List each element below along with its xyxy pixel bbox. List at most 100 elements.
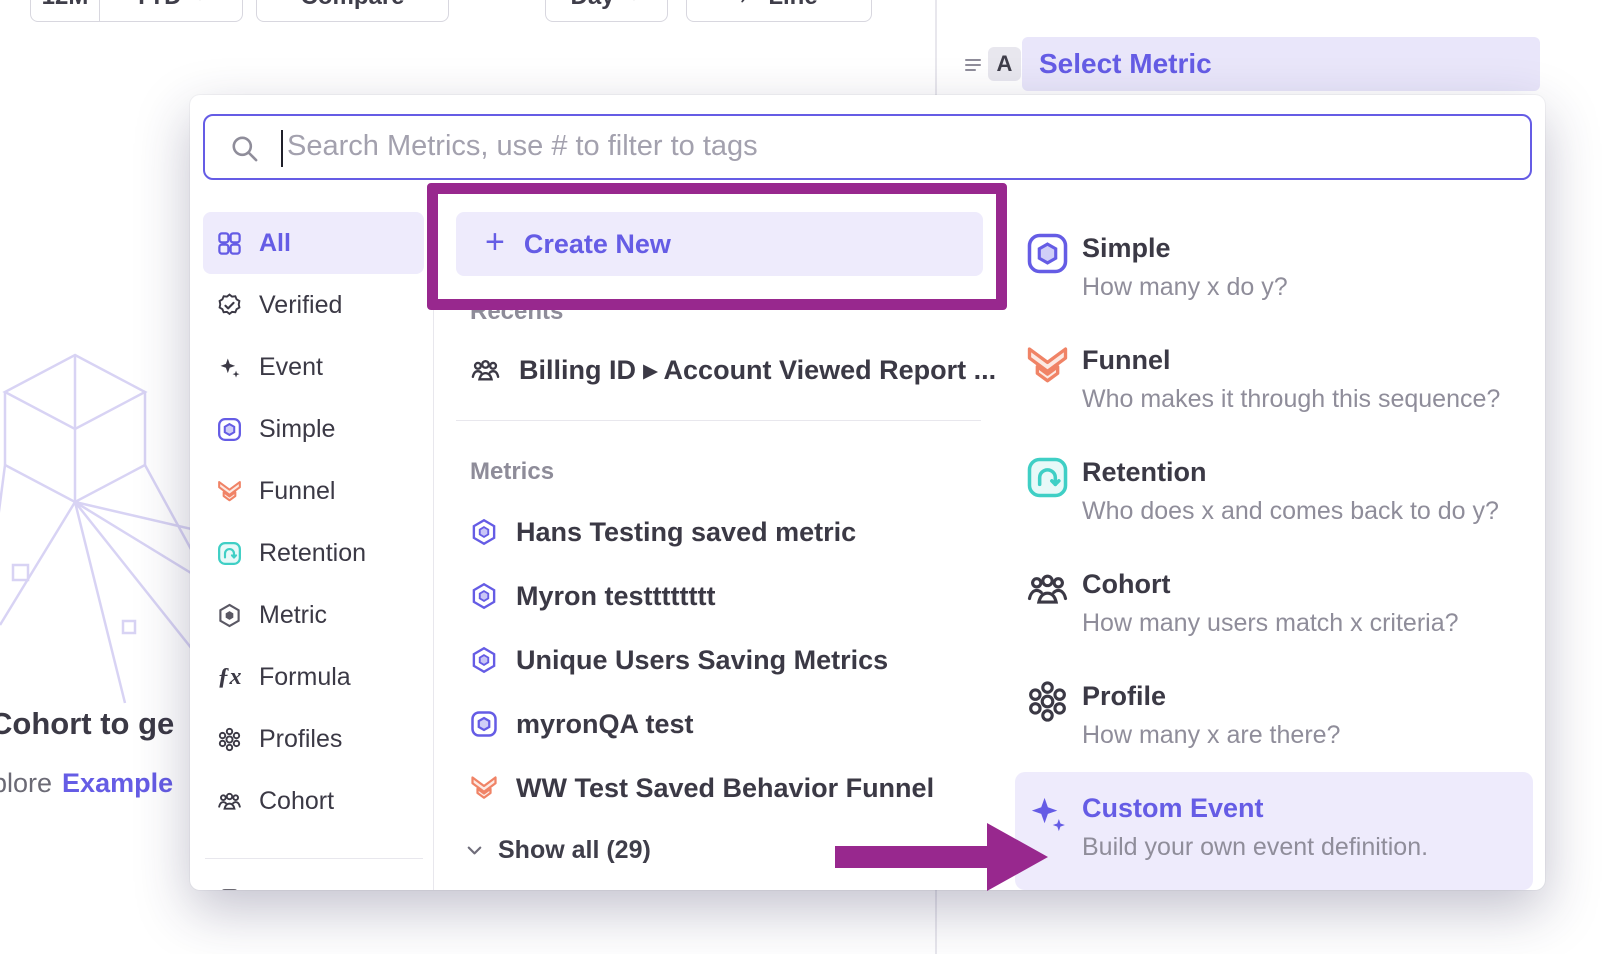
sidebar-item-metric[interactable]: Metric bbox=[203, 584, 424, 646]
sidebar-item-label: Funnel bbox=[259, 477, 335, 506]
create-new-label: Create New bbox=[524, 229, 671, 260]
sidebar-item-cohort[interactable]: Cohort bbox=[203, 770, 424, 832]
recent-item-label: Billing ID ▸ Account Viewed Report ... bbox=[519, 355, 996, 386]
funnel-icon bbox=[1024, 342, 1071, 389]
chevron-down-icon bbox=[191, 0, 209, 6]
compare-button[interactable]: Compare bbox=[256, 0, 449, 22]
type-desc: How many x are there? bbox=[1082, 721, 1340, 750]
select-metric-button[interactable]: Select Metric bbox=[1022, 37, 1540, 91]
sidebar-item-label: Simple bbox=[259, 415, 335, 444]
type-title: Cohort bbox=[1082, 569, 1170, 600]
sidebar-item-label: Verified bbox=[259, 291, 342, 320]
search-icon bbox=[229, 133, 260, 164]
metric-hexagon-icon bbox=[469, 517, 499, 547]
type-desc: Build your own event definition. bbox=[1082, 833, 1428, 862]
simple-icon bbox=[469, 709, 499, 739]
cohort-people-icon bbox=[216, 788, 243, 815]
text-caret bbox=[281, 130, 283, 167]
metric-item-label: Hans Testing saved metric bbox=[516, 517, 856, 548]
simple-icon bbox=[1024, 230, 1071, 277]
range-12m-button[interactable]: 12M bbox=[31, 0, 99, 21]
grid-icon bbox=[216, 230, 243, 257]
type-desc: Who makes it through this sequence? bbox=[1082, 385, 1500, 414]
metric-hexagon-icon bbox=[469, 581, 499, 611]
search-box bbox=[203, 114, 1532, 180]
series-a-badge: A bbox=[988, 47, 1021, 81]
metric-type-custom-event[interactable]: Custom Event Build your own event defini… bbox=[1015, 793, 1533, 885]
sidebar-item-retention[interactable]: Retention bbox=[203, 522, 424, 584]
sidebar-item-label: Metric bbox=[259, 601, 327, 630]
sidebar-item-label: All bbox=[259, 229, 291, 258]
metric-item-label: Unique Users Saving Metrics bbox=[516, 645, 888, 676]
metric-item-label: Myron testttttttt bbox=[516, 581, 715, 612]
metric-type-retention[interactable]: Retention Who does x and comes back to d… bbox=[1015, 457, 1533, 549]
create-new-button[interactable]: + Create New bbox=[456, 212, 983, 276]
interval-label: Day bbox=[570, 0, 614, 11]
metric-list-item[interactable]: myronQA test bbox=[456, 692, 983, 756]
sidebar-item-verified[interactable]: Verified bbox=[203, 274, 424, 336]
metric-list-item[interactable]: Myron testttttttt bbox=[456, 564, 983, 628]
chart-type-line-button[interactable]: Line bbox=[686, 0, 872, 22]
interval-day-button[interactable]: Day bbox=[545, 0, 668, 22]
custom-event-icon bbox=[1024, 790, 1071, 837]
drag-handle-icon[interactable] bbox=[963, 54, 983, 74]
type-title: Profile bbox=[1082, 681, 1166, 712]
type-title: Retention bbox=[1082, 457, 1207, 488]
metric-hexagon-icon bbox=[216, 602, 243, 629]
partial-item-icon bbox=[216, 887, 243, 891]
empty-state-heading: Cohort to ge bbox=[0, 706, 174, 742]
metric-list-item[interactable]: Hans Testing saved metric bbox=[456, 500, 983, 564]
analytics-report-page: 12M YTD Compare Day Line Cohort to ge pl… bbox=[0, 0, 1616, 954]
sidebar-item-simple[interactable]: Simple bbox=[203, 398, 424, 460]
chevron-down-icon bbox=[463, 839, 486, 862]
show-all-toggle[interactable]: Show all (29) bbox=[463, 828, 651, 872]
range-ytd-button[interactable]: YTD bbox=[99, 0, 242, 21]
sidebar-item-all[interactable]: All bbox=[203, 212, 424, 274]
sidebar-item-label: Cohort bbox=[259, 787, 334, 816]
metric-picker-dropdown: All Verified Event Simple bbox=[190, 95, 1545, 890]
sidebar-item-label: Event bbox=[259, 353, 323, 382]
compare-label: Compare bbox=[300, 0, 404, 11]
metric-list-item[interactable]: Unique Users Saving Metrics bbox=[456, 628, 983, 692]
show-all-label: Show all (29) bbox=[498, 836, 651, 865]
range-12m-label: 12M bbox=[42, 0, 89, 11]
retention-icon bbox=[1024, 454, 1071, 501]
metrics-header: Metrics bbox=[470, 458, 554, 486]
formula-icon: ƒx bbox=[216, 664, 243, 691]
sidebar-item-label: Profiles bbox=[259, 725, 342, 754]
date-range-segment: 12M YTD bbox=[30, 0, 243, 22]
select-metric-label: Select Metric bbox=[1039, 48, 1212, 80]
metric-type-profile[interactable]: Profile How many x are there? bbox=[1015, 681, 1533, 773]
section-divider bbox=[456, 420, 981, 421]
verified-badge-icon bbox=[216, 292, 243, 319]
subtext-fragment: plore bbox=[0, 768, 52, 798]
metric-item-label: WW Test Saved Behavior Funnel bbox=[516, 773, 934, 804]
chevron-down-icon bbox=[625, 0, 643, 6]
example-link[interactable]: Example bbox=[62, 768, 173, 798]
retention-icon bbox=[216, 540, 243, 567]
category-sidebar: All Verified Event Simple bbox=[203, 212, 434, 890]
sidebar-item-formula[interactable]: ƒx Formula bbox=[203, 646, 424, 708]
sidebar-item-partial[interactable] bbox=[203, 869, 424, 890]
search-metrics-input[interactable] bbox=[287, 116, 1514, 177]
metric-type-funnel[interactable]: Funnel Who makes it through this sequenc… bbox=[1015, 345, 1533, 437]
cohort-people-icon bbox=[469, 354, 502, 387]
event-sparkle-icon bbox=[216, 354, 243, 381]
empty-state-subtext: plore Example bbox=[0, 768, 173, 799]
metric-type-simple[interactable]: Simple How many x do y? bbox=[1015, 233, 1533, 325]
type-desc: How many users match x criteria? bbox=[1082, 609, 1459, 638]
metric-type-cohort[interactable]: Cohort How many users match x criteria? bbox=[1015, 569, 1533, 661]
sidebar-item-label: Formula bbox=[259, 663, 351, 692]
sidebar-item-event[interactable]: Event bbox=[203, 336, 424, 398]
range-ytd-label: YTD bbox=[134, 0, 182, 11]
recent-item[interactable]: Billing ID ▸ Account Viewed Report ... bbox=[456, 340, 983, 400]
metric-item-label: myronQA test bbox=[516, 709, 694, 740]
sidebar-item-profiles[interactable]: Profiles bbox=[203, 708, 424, 770]
plus-icon: + bbox=[485, 225, 505, 259]
funnel-icon bbox=[469, 773, 499, 803]
type-title: Custom Event bbox=[1082, 793, 1264, 824]
type-title: Funnel bbox=[1082, 345, 1171, 376]
profiles-flower-icon bbox=[216, 726, 243, 753]
metric-list-item[interactable]: WW Test Saved Behavior Funnel bbox=[456, 756, 983, 820]
sidebar-item-funnel[interactable]: Funnel bbox=[203, 460, 424, 522]
